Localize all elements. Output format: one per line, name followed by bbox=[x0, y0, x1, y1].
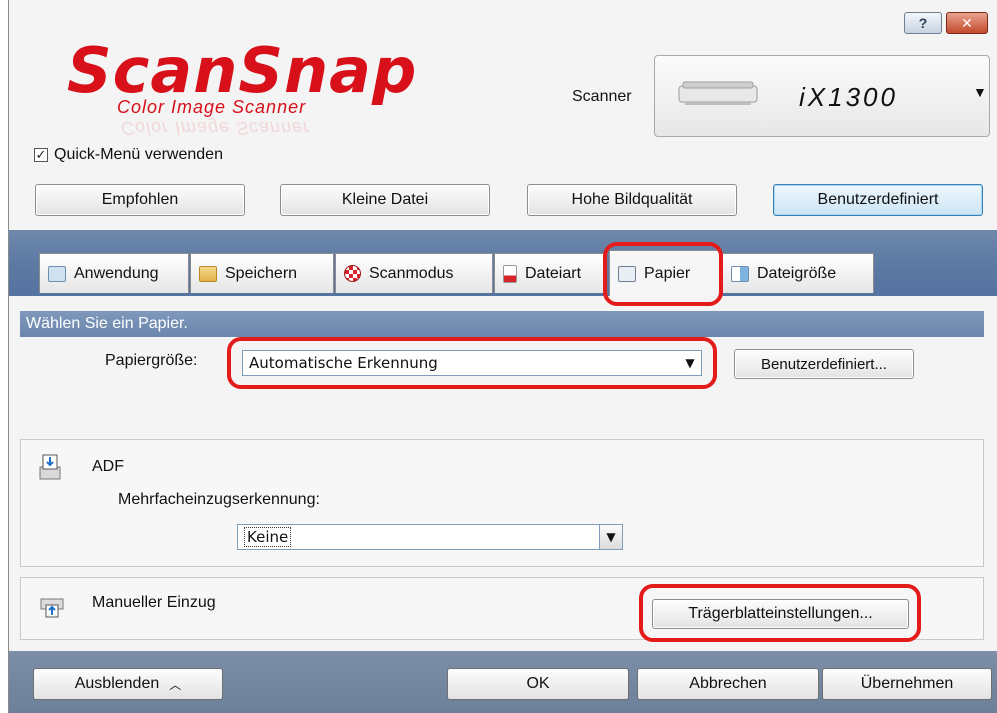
paper-size-value: Automatische Erkennung bbox=[249, 354, 438, 372]
scansnap-settings-window: ? ✕ ScanSnap Color Image Scanner Color I… bbox=[8, 0, 997, 713]
preset-recommended-button[interactable]: Empfohlen bbox=[35, 184, 245, 216]
paper-icon bbox=[618, 265, 636, 282]
carrier-sheet-settings-button[interactable]: Trägerblatteinstellungen... bbox=[652, 599, 909, 629]
multifeed-label: Mehrfacheinzugserkennung: bbox=[118, 491, 320, 508]
tab-file-size[interactable]: Dateigröße bbox=[722, 253, 874, 293]
ok-button[interactable]: OK bbox=[447, 668, 629, 700]
tab-application[interactable]: Anwendung bbox=[39, 253, 189, 293]
apply-button[interactable]: Übernehmen bbox=[822, 668, 992, 700]
multifeed-select[interactable]: Keine ▼ bbox=[237, 524, 623, 550]
tab-paper[interactable]: Papier bbox=[609, 250, 721, 296]
manual-feed-icon bbox=[40, 598, 64, 618]
preset-custom-button[interactable]: Benutzerdefiniert bbox=[773, 184, 983, 216]
application-icon bbox=[48, 265, 66, 282]
tab-label: Scanmodus bbox=[369, 264, 454, 282]
multifeed-value: Keine bbox=[244, 527, 292, 547]
tab-file-type[interactable]: Dateiart bbox=[494, 253, 606, 293]
tab-save[interactable]: Speichern bbox=[190, 253, 334, 293]
scanner-model: iX1300 bbox=[799, 82, 898, 112]
quick-menu-label: Quick-Menü verwenden bbox=[54, 146, 223, 163]
hide-button[interactable]: Ausblenden ︿ bbox=[33, 668, 223, 700]
tab-label: Anwendung bbox=[74, 264, 159, 282]
tab-label: Dateigröße bbox=[757, 264, 837, 282]
tab-label: Speichern bbox=[225, 264, 298, 282]
preset-high-quality-button[interactable]: Hohe Bildqualität bbox=[527, 184, 737, 216]
chevron-up-icon: ︿ bbox=[169, 677, 182, 692]
chevron-down-icon: ▼ bbox=[599, 525, 622, 549]
tab-label: Dateiart bbox=[525, 264, 582, 282]
chevron-down-icon: ▼ bbox=[685, 356, 695, 370]
custom-paper-button[interactable]: Benutzerdefiniert... bbox=[734, 349, 914, 379]
close-icon: ✕ bbox=[961, 14, 973, 31]
preset-small-file-button[interactable]: Kleine Datei bbox=[280, 184, 490, 216]
chevron-down-icon: ▼ bbox=[973, 84, 987, 100]
tab-label: Papier bbox=[644, 264, 691, 282]
cancel-button[interactable]: Abbrechen bbox=[637, 668, 819, 700]
paper-section-header: Wählen Sie ein Papier. bbox=[20, 311, 984, 337]
quick-menu-checkbox[interactable]: ✓ bbox=[34, 148, 48, 162]
file-size-icon bbox=[731, 265, 749, 282]
close-button[interactable]: ✕ bbox=[946, 12, 988, 34]
scansnap-logo: ScanSnap bbox=[67, 34, 418, 107]
question-icon: ? bbox=[918, 15, 928, 31]
tab-scan-mode[interactable]: Scanmodus bbox=[335, 253, 493, 293]
paper-size-select[interactable]: Automatische Erkennung ▼ bbox=[242, 350, 702, 376]
scanmode-icon bbox=[344, 265, 361, 282]
hide-label: Ausblenden bbox=[74, 675, 160, 692]
file-type-icon bbox=[503, 264, 517, 283]
scanner-label: Scanner bbox=[572, 88, 632, 105]
logo-tagline: Color Image Scanner bbox=[117, 97, 307, 117]
logo-tagline-reflection: Color Image Scanner bbox=[121, 118, 311, 138]
adf-icon bbox=[39, 454, 61, 480]
manual-feed-title: Manueller Einzug bbox=[92, 594, 216, 611]
scanner-device-icon bbox=[678, 81, 758, 105]
paper-size-label: Papiergröße: bbox=[105, 352, 198, 369]
folder-icon bbox=[199, 265, 217, 282]
help-button[interactable]: ? bbox=[904, 12, 942, 34]
adf-title: ADF bbox=[92, 458, 124, 475]
